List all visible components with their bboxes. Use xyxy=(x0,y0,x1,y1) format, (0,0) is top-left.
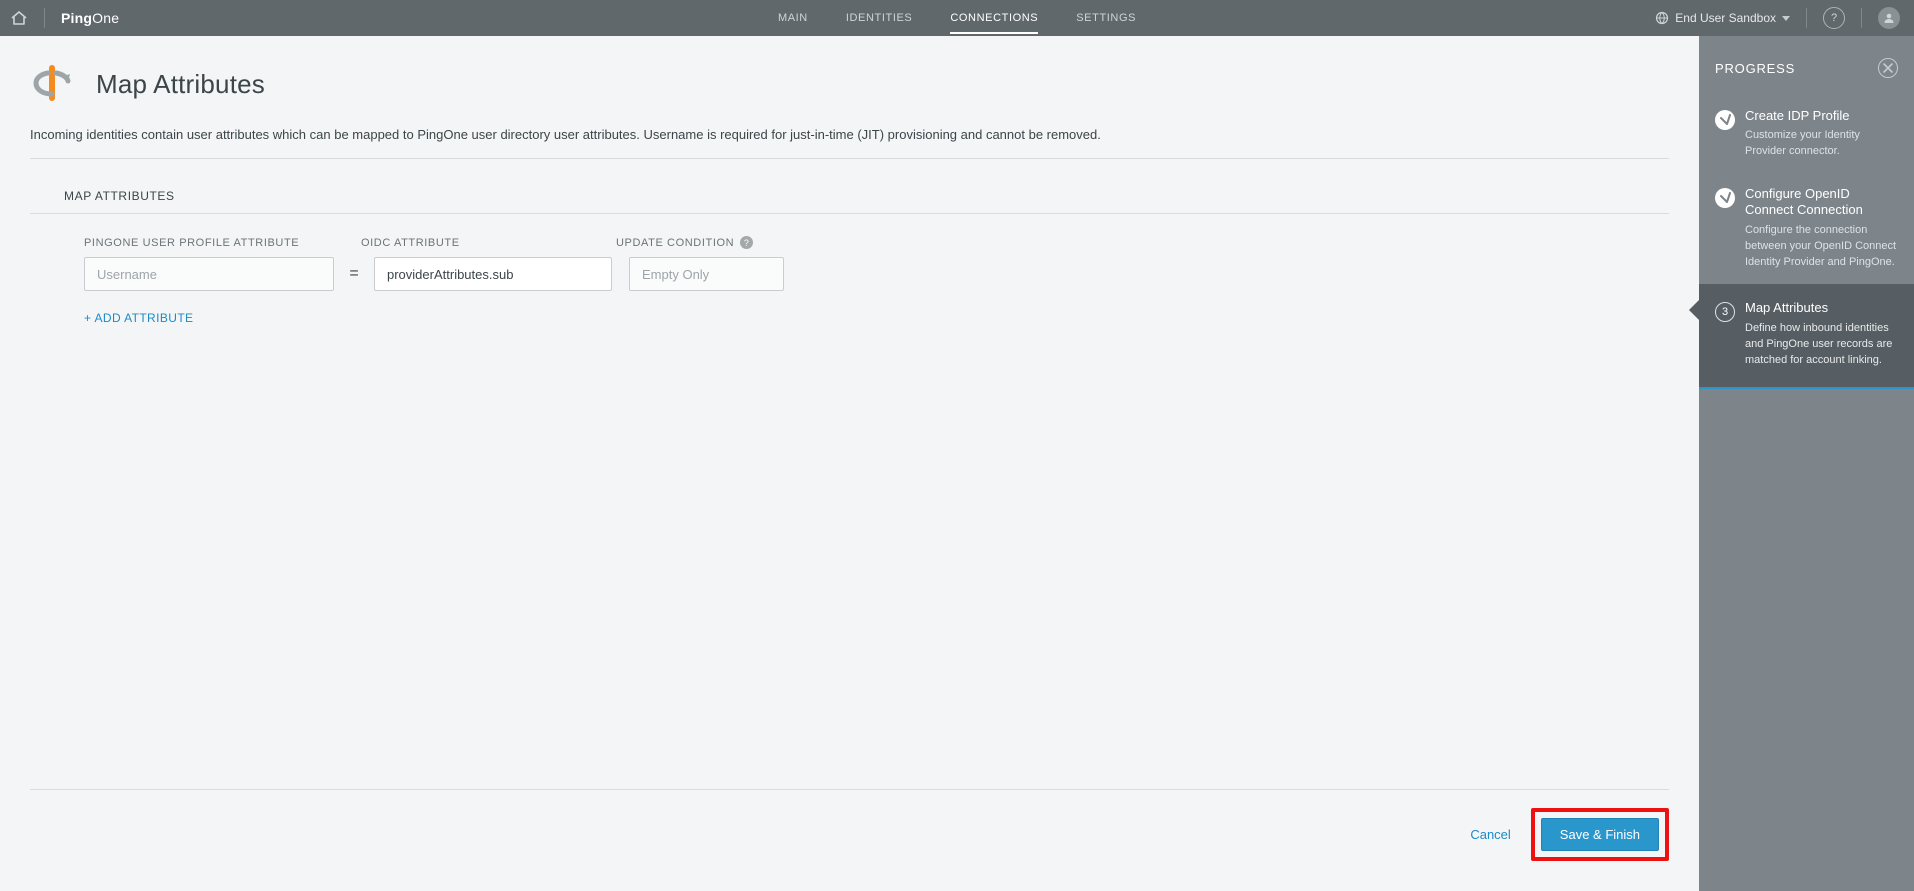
step-desc: Configure the connection between your Op… xyxy=(1745,223,1898,271)
brand-part-2: One xyxy=(92,10,119,26)
nav-settings[interactable]: SETTINGS xyxy=(1076,2,1136,34)
sidebar-title: PROGRESS xyxy=(1715,61,1795,76)
step-desc: Define how inbound identities and PingOn… xyxy=(1745,321,1898,369)
step-number-icon: 3 xyxy=(1715,302,1735,322)
user-avatar[interactable] xyxy=(1878,7,1900,29)
update-condition-value: Empty Only xyxy=(642,267,709,282)
brand-logo: PingOne xyxy=(61,10,119,26)
divider xyxy=(1806,8,1807,28)
step-title: Configure OpenID Connect Connection xyxy=(1745,186,1898,219)
step-title: Create IDP Profile xyxy=(1745,108,1898,124)
check-icon xyxy=(1715,110,1735,130)
top-nav: PingOne MAIN IDENTITIES CONNECTIONS SETT… xyxy=(0,0,1914,36)
chevron-down-icon xyxy=(1782,16,1790,21)
oidc-attribute-input[interactable] xyxy=(374,257,612,291)
equals-sign: = xyxy=(334,265,374,283)
profile-attribute-value: Username xyxy=(97,267,157,282)
save-highlight: Save & Finish xyxy=(1531,808,1669,861)
help-button[interactable]: ? xyxy=(1823,7,1845,29)
page-description: Incoming identities contain user attribu… xyxy=(30,127,1669,158)
step-title: Map Attributes xyxy=(1745,300,1898,316)
column-labels: PINGONE USER PROFILE ATTRIBUTE OIDC ATTR… xyxy=(84,236,1669,249)
section-title: MAP ATTRIBUTES xyxy=(30,159,1669,214)
page-title: Map Attributes xyxy=(96,69,265,100)
label-update-condition: UPDATE CONDITION ? xyxy=(616,236,753,249)
nav-identities[interactable]: IDENTITIES xyxy=(846,2,913,34)
close-sidebar-button[interactable] xyxy=(1878,58,1898,78)
user-icon xyxy=(1883,12,1895,24)
step-desc: Customize your Identity Provider connect… xyxy=(1745,128,1898,160)
oidc-attribute-text[interactable] xyxy=(387,267,599,282)
top-nav-links: MAIN IDENTITIES CONNECTIONS SETTINGS xyxy=(0,2,1914,34)
label-update-condition-text: UPDATE CONDITION xyxy=(616,237,734,249)
cancel-button[interactable]: Cancel xyxy=(1464,819,1516,850)
footer-actions: Cancel Save & Finish xyxy=(30,789,1669,861)
main-content: Map Attributes Incoming identities conta… xyxy=(0,36,1699,891)
nav-main[interactable]: MAIN xyxy=(778,2,808,34)
globe-icon xyxy=(1655,11,1669,25)
progress-sidebar: PROGRESS Create IDP Profile Customize yo… xyxy=(1699,36,1914,891)
divider xyxy=(44,8,45,28)
progress-step-3[interactable]: 3 Map Attributes Define how inbound iden… xyxy=(1699,284,1914,388)
environment-selector[interactable]: End User Sandbox xyxy=(1655,11,1790,25)
add-attribute-button[interactable]: + ADD ATTRIBUTE xyxy=(84,311,1669,325)
close-icon xyxy=(1883,63,1893,73)
page-header: Map Attributes xyxy=(30,56,1669,127)
openid-icon xyxy=(30,60,74,109)
label-oidc-attribute: OIDC ATTRIBUTE xyxy=(361,236,616,249)
brand-part-1: Ping xyxy=(61,10,92,26)
environment-name: End User Sandbox xyxy=(1675,11,1776,25)
attribute-row: Username = Empty Only xyxy=(84,257,1669,291)
home-icon[interactable] xyxy=(10,10,28,26)
divider xyxy=(1861,8,1862,28)
label-profile-attribute: PINGONE USER PROFILE ATTRIBUTE xyxy=(84,236,361,249)
progress-step-2[interactable]: Configure OpenID Connect Connection Conf… xyxy=(1699,174,1914,284)
check-icon xyxy=(1715,188,1735,208)
save-finish-button[interactable]: Save & Finish xyxy=(1541,818,1659,851)
nav-connections[interactable]: CONNECTIONS xyxy=(950,2,1038,34)
profile-attribute-field[interactable]: Username xyxy=(84,257,334,291)
update-condition-select[interactable]: Empty Only xyxy=(629,257,784,291)
progress-step-1[interactable]: Create IDP Profile Customize your Identi… xyxy=(1699,96,1914,174)
help-icon[interactable]: ? xyxy=(740,236,753,249)
